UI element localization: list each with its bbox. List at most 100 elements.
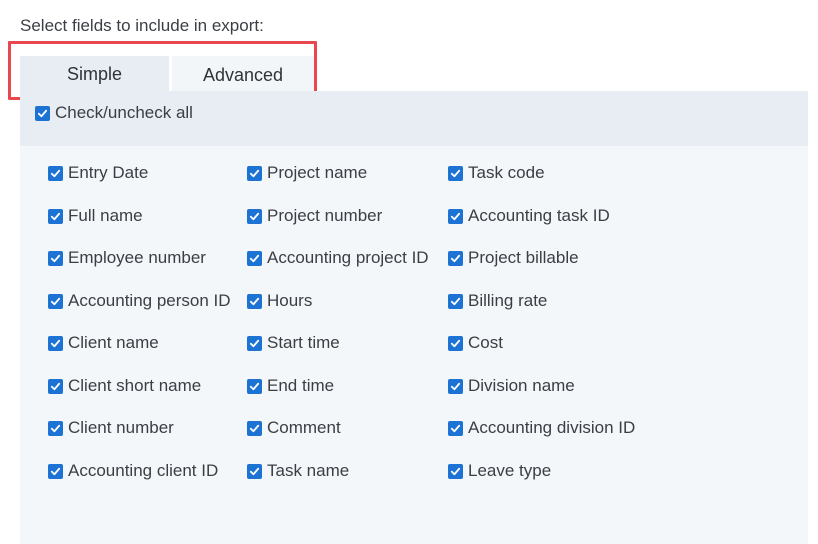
tab-advanced[interactable]: Advanced bbox=[172, 56, 314, 94]
field-option[interactable]: Billing rate bbox=[448, 291, 547, 311]
field-checkbox[interactable] bbox=[48, 335, 63, 351]
field-label: Accounting project ID bbox=[267, 248, 429, 267]
field-checkbox[interactable] bbox=[247, 378, 262, 394]
field-checkbox[interactable] bbox=[247, 420, 262, 436]
field-label: Accounting client ID bbox=[68, 461, 219, 480]
field-checkbox[interactable] bbox=[48, 250, 63, 266]
field-label: Employee number bbox=[68, 248, 206, 267]
field-label: Project name bbox=[267, 163, 368, 182]
checkmark-icon bbox=[450, 254, 461, 262]
field-option[interactable]: Division name bbox=[448, 376, 575, 396]
checkmark-icon bbox=[450, 339, 461, 347]
field-checkbox[interactable] bbox=[48, 378, 63, 394]
field-label: Accounting task ID bbox=[468, 206, 610, 225]
field-label: Leave type bbox=[468, 461, 552, 480]
field-checkbox[interactable] bbox=[448, 208, 463, 224]
field-label: Division name bbox=[468, 376, 575, 395]
field-option[interactable]: Project number bbox=[247, 206, 382, 226]
checkmark-icon bbox=[249, 169, 260, 177]
field-option[interactable]: Task code bbox=[448, 163, 545, 183]
field-option[interactable]: Accounting client ID bbox=[48, 461, 218, 481]
field-label: Entry Date bbox=[68, 163, 149, 182]
field-checkbox[interactable] bbox=[48, 420, 63, 436]
field-label: Billing rate bbox=[468, 291, 548, 310]
field-checkbox[interactable] bbox=[247, 165, 262, 181]
checkmark-icon bbox=[249, 254, 260, 262]
checkmark-icon bbox=[249, 467, 260, 475]
checkmark-icon bbox=[450, 169, 461, 177]
field-label: Comment bbox=[267, 418, 341, 437]
field-option[interactable]: Start time bbox=[247, 333, 340, 353]
checkmark-icon bbox=[50, 212, 61, 220]
field-checkbox[interactable] bbox=[448, 378, 463, 394]
checkmark-icon bbox=[50, 467, 61, 475]
checkmark-icon bbox=[50, 297, 61, 305]
field-label: Accounting division ID bbox=[468, 418, 636, 437]
checkmark-icon bbox=[249, 424, 260, 432]
field-option[interactable]: Employee number bbox=[48, 248, 206, 268]
field-checkbox[interactable] bbox=[247, 250, 262, 266]
field-option[interactable]: Project name bbox=[247, 163, 367, 183]
check-all-toggle[interactable]: Check/uncheck all bbox=[35, 103, 193, 123]
field-checkbox[interactable] bbox=[448, 250, 463, 266]
field-option[interactable]: Accounting task ID bbox=[448, 206, 610, 226]
field-option[interactable]: Client name bbox=[48, 333, 159, 353]
checkmark-icon bbox=[50, 424, 61, 432]
checkmark-icon bbox=[450, 424, 461, 432]
field-option[interactable]: Task name bbox=[247, 461, 349, 481]
field-option[interactable]: Accounting project ID bbox=[247, 248, 429, 268]
field-checkbox[interactable] bbox=[247, 335, 262, 351]
check-all-label: Check/uncheck all bbox=[55, 103, 193, 122]
checkmark-icon bbox=[50, 254, 61, 262]
field-option[interactable]: Leave type bbox=[448, 461, 551, 481]
field-checkbox[interactable] bbox=[448, 420, 463, 436]
checkmark-icon bbox=[50, 339, 61, 347]
checkmark-icon bbox=[450, 212, 461, 220]
field-option[interactable]: End time bbox=[247, 376, 334, 396]
checkmark-icon bbox=[249, 339, 260, 347]
checkmark-icon bbox=[450, 382, 461, 390]
field-option[interactable]: Accounting division ID bbox=[448, 418, 635, 438]
field-option[interactable]: Full name bbox=[48, 206, 143, 226]
field-label: Hours bbox=[267, 291, 313, 310]
check-all-checkbox[interactable] bbox=[35, 105, 50, 121]
checkmark-icon bbox=[450, 297, 461, 305]
field-option[interactable]: Project billable bbox=[448, 248, 579, 268]
field-checkbox[interactable] bbox=[48, 293, 63, 309]
field-option[interactable]: Hours bbox=[247, 291, 312, 311]
field-option[interactable]: Client short name bbox=[48, 376, 201, 396]
checkmark-icon bbox=[249, 297, 260, 305]
checkmark-icon bbox=[450, 467, 461, 475]
field-checkbox[interactable] bbox=[247, 293, 262, 309]
field-option[interactable]: Comment bbox=[247, 418, 341, 438]
field-checkbox[interactable] bbox=[448, 165, 463, 181]
field-label: Task code bbox=[468, 163, 545, 182]
checkmark-icon bbox=[50, 169, 61, 177]
field-option[interactable]: Client number bbox=[48, 418, 174, 438]
field-label: End time bbox=[267, 376, 335, 395]
field-label: Client name bbox=[68, 333, 159, 352]
field-checkbox[interactable] bbox=[448, 293, 463, 309]
field-checkbox[interactable] bbox=[247, 208, 262, 224]
field-label: Accounting person ID bbox=[68, 291, 231, 310]
checkmark-icon bbox=[50, 382, 61, 390]
field-label: Client short name bbox=[68, 376, 202, 395]
field-label: Project billable bbox=[468, 248, 579, 267]
field-checkbox[interactable] bbox=[48, 208, 63, 224]
field-option[interactable]: Accounting person ID bbox=[48, 291, 231, 311]
tab-simple[interactable]: Simple bbox=[20, 56, 169, 92]
field-label: Client number bbox=[68, 418, 174, 437]
field-label: Full name bbox=[68, 206, 143, 225]
export-fields-heading: Select fields to include in export: bbox=[20, 16, 264, 35]
checkmark-icon bbox=[37, 109, 48, 117]
field-label: Cost bbox=[468, 333, 503, 352]
field-checkbox[interactable] bbox=[48, 165, 63, 181]
field-option[interactable]: Cost bbox=[448, 333, 503, 353]
field-checkbox[interactable] bbox=[48, 463, 63, 479]
field-label: Project number bbox=[267, 206, 383, 225]
field-option[interactable]: Entry Date bbox=[48, 163, 148, 183]
field-checkbox[interactable] bbox=[448, 463, 463, 479]
field-checkbox[interactable] bbox=[247, 463, 262, 479]
field-checkbox[interactable] bbox=[448, 335, 463, 351]
field-label: Task name bbox=[267, 461, 350, 480]
